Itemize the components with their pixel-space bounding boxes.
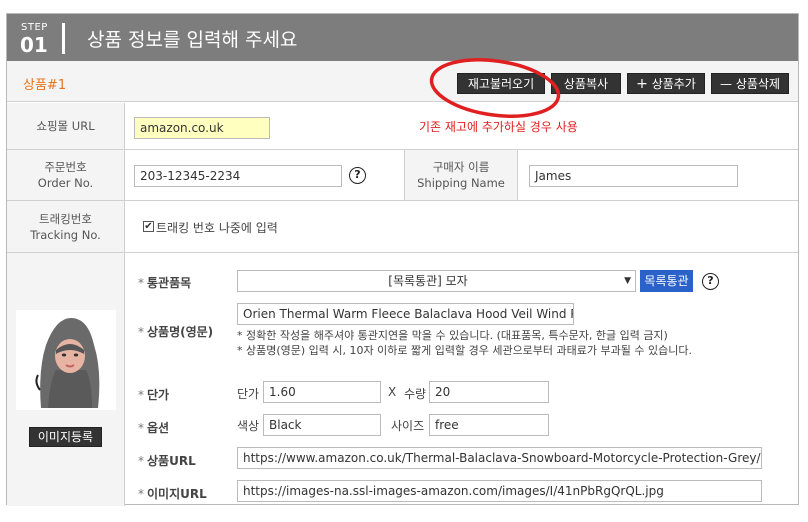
order-row: 주문번호 Order No. 203-12345-2234 ? 구매자 이름 Shi… [7,150,798,201]
add-product-label: 상품추가 [651,77,696,91]
image-register-button[interactable]: 이미지등록 [29,427,102,447]
customs-label: * 통관품목 [138,276,192,290]
step-label: STEP [21,22,48,33]
product-url-input[interactable]: https://www.amazon.co.uk/Thermal-Balacla… [237,447,762,469]
delete-product-label: 상품삭제 [735,77,780,91]
chevron-down-icon: ▼ [624,276,631,286]
tracking-label: 트래킹번호 Tracking No. [7,201,125,252]
order-help-icon[interactable]: ? [349,167,366,184]
product-url-label: * 상품URL [138,454,196,468]
minus-icon: — [720,77,732,91]
balaclava-image-icon [16,310,116,410]
tracking-later-label: 트래킹 번호 나중에 입력 [156,221,278,235]
shop-url-label: 쇼핑몰 URL [7,103,125,149]
shipping-name-label: 구매자 이름 Shipping Name [404,150,518,200]
times-symbol: X [388,385,397,399]
add-product-button[interactable]: + 상품추가 [627,73,705,94]
quantity-input[interactable]: 20 [429,381,549,403]
annotation-text: 기존 재고에 추가하실 경우 사용 [419,120,578,134]
step-divider [62,23,65,54]
product-name-note-2: * 상품명(영문) 입력 시, 10자 이하로 짧게 입력할 경우 세관으로부터… [237,344,692,357]
order-number-input[interactable]: 203-12345-2234 [134,165,342,187]
size-label: 사이즈 [391,419,425,433]
plus-icon: + [636,76,648,92]
page-title: 상품 정보를 입력해 주세요 [87,29,298,51]
product-name-input[interactable]: Orien Thermal Warm Fleece Balaclava Hood… [237,303,574,325]
unit-price-input[interactable]: 1.60 [263,381,381,403]
color-label: 색상 [237,419,260,433]
order-label: 주문번호 Order No. [7,150,125,200]
customs-help-icon[interactable]: ? [702,273,719,290]
product-number: 상품#1 [23,78,67,93]
product-image [16,310,116,410]
product-name-label: * 상품명(영문) [138,325,214,339]
image-url-label: * 이미지URL [138,487,207,501]
product-toolbar: 상품#1 재고불러오기 상품복사 + 상품추가 — 상품삭제 [7,58,798,118]
customs-selected-value: [목록통관] 모자 [388,274,468,288]
step-number: 01 [20,33,48,57]
shop-url-input[interactable]: amazon.co.uk [134,117,270,139]
delete-product-button[interactable]: — 상품삭제 [711,73,789,94]
product-name-note-1: * 정확한 작성을 해주셔야 통관지연을 막을 수 있습니다. (대표품목, 특… [237,329,668,342]
unit-price-label: 단가 [237,387,260,401]
list-customs-button[interactable]: 목록통관 [640,270,693,292]
image-panel: 이미지등록 [7,253,125,506]
shop-url-row: 쇼핑몰 URL amazon.co.uk 기존 재고에 추가하실 경우 사용 [7,103,798,150]
size-input[interactable]: free [429,414,549,436]
tracking-later-checkbox[interactable]: ✔ [143,221,154,232]
image-url-input[interactable]: https://images-na.ssl-images-amazon.com/… [237,480,762,502]
price-label: * 단가 [138,388,170,402]
option-label: * 옵션 [138,421,170,435]
product-details: 이미지등록 * 통관품목 [목록통관] 모자 ▼ 목록통관 ? * 상품명(영문) … [7,253,798,506]
customs-select[interactable]: [목록통관] 모자 ▼ [237,270,636,292]
quantity-label: 수량 [404,387,427,401]
tracking-row: 트래킹번호 Tracking No. ✔ 트래킹 번호 나중에 입력 [7,201,798,253]
color-input[interactable]: Black [263,414,381,436]
product-form: STEP 01 상품 정보를 입력해 주세요 상품#1 재고불러오기 상품복사 … [6,13,799,506]
shipping-name-input[interactable]: James [529,165,738,187]
step-header: STEP 01 상품 정보를 입력해 주세요 [7,14,798,61]
